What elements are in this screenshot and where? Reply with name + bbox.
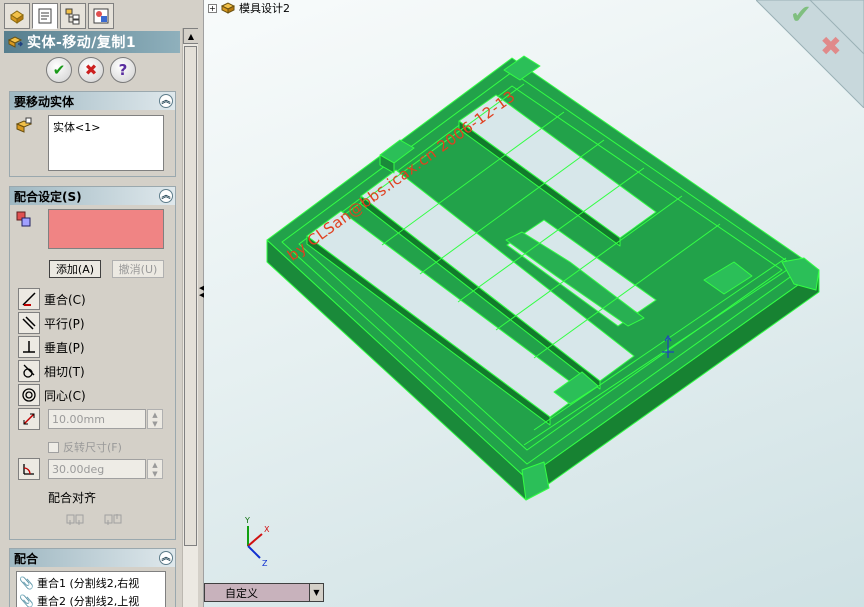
- mate-type-tangent[interactable]: 相切(T): [18, 360, 85, 382]
- mate-item-label: 重合1 (分割线2,右视: [36, 577, 140, 590]
- cancel-button[interactable]: ✖: [78, 57, 104, 83]
- distance-icon[interactable]: [18, 408, 40, 430]
- mates-header[interactable]: 配合 ︽: [10, 549, 175, 567]
- mate-type-concentric[interactable]: 同心(C): [18, 384, 86, 406]
- scroll-up-icon[interactable]: ▲: [183, 28, 199, 44]
- bodies-to-move-group: 要移动实体 ︽ 实体<1>: [9, 91, 176, 177]
- mate-entities-list[interactable]: [48, 209, 164, 249]
- angle-icon[interactable]: [18, 458, 40, 480]
- concentric-icon[interactable]: [18, 384, 40, 406]
- view-orientation-select[interactable]: 自定义 ▼: [204, 583, 324, 602]
- perpendicular-label: 垂直(P): [44, 340, 85, 355]
- mate-type-parallel[interactable]: 平行(P): [18, 312, 85, 334]
- display-manager-icon: [93, 8, 109, 24]
- angle-row: [18, 458, 44, 480]
- coincident-label: 重合(C): [44, 292, 86, 307]
- angle-spinner[interactable]: ▲ ▼: [147, 459, 163, 479]
- spin-up-icon[interactable]: ▲: [152, 461, 157, 469]
- mate-item-label: 重合2 (分割线2,上视: [36, 595, 140, 607]
- angle-input[interactable]: 30.00deg: [48, 459, 146, 479]
- undo-button[interactable]: 撤消(U): [112, 260, 164, 278]
- triad-x-label: X: [264, 525, 270, 534]
- help-icon: ?: [118, 61, 128, 79]
- triad-z-label: Z: [262, 559, 268, 568]
- close-icon: ✖: [820, 32, 842, 62]
- flip-dimension-row[interactable]: 反转尺寸(F): [48, 439, 122, 455]
- flip-dimension-label: 反转尺寸(F): [63, 441, 122, 454]
- mates-list[interactable]: 📎 重合1 (分割线2,右视 📎 重合2 (分割线2,上视: [16, 571, 166, 607]
- body-selection-icon: [14, 116, 34, 136]
- confirmation-corner: ✔ ✖: [756, 0, 864, 108]
- manager-tabs: [4, 3, 114, 29]
- configuration-manager-tab[interactable]: [60, 3, 86, 29]
- bodies-to-move-title: 要移动实体: [14, 94, 75, 109]
- checkmark-icon: ✔: [52, 61, 66, 79]
- mates-group: 配合 ︽ 📎 重合1 (分割线2,右视 📎 重合2 (分割线2,上视: [9, 548, 176, 607]
- property-manager-tab[interactable]: [32, 3, 58, 29]
- chevron-up-icon[interactable]: ︽: [159, 94, 173, 108]
- spin-up-icon[interactable]: ▲: [152, 411, 157, 419]
- paperclip-icon: 📎: [19, 594, 34, 607]
- feature-manager-icon: [10, 10, 24, 24]
- mate-settings-title: 配合设定(S): [14, 189, 82, 204]
- list-item[interactable]: 实体<1>: [53, 119, 159, 135]
- paperclip-icon: 📎: [19, 576, 34, 590]
- corner-ok-button[interactable]: ✔: [790, 0, 812, 30]
- mate-settings-header[interactable]: 配合设定(S) ︽: [10, 187, 175, 205]
- checkmark-icon: ✔: [790, 0, 812, 30]
- scrollbar-thumb[interactable]: [184, 46, 197, 546]
- concentric-label: 同心(C): [44, 388, 86, 403]
- property-manager-icon: [38, 8, 52, 24]
- close-icon: ✖: [84, 61, 98, 79]
- anti-aligned-icon[interactable]: [104, 513, 122, 530]
- feature-manager-tab[interactable]: [4, 3, 30, 29]
- help-button[interactable]: ?: [110, 57, 136, 83]
- mates-title: 配合: [14, 551, 39, 566]
- move-copy-body-icon: [7, 36, 23, 48]
- graphics-viewport[interactable]: + 模具设计2 by CLSan@bbs.icax.cn 2006-12-13 …: [204, 0, 864, 607]
- page-title: 实体-移动/复制1: [27, 35, 137, 51]
- mate-type-perpendicular[interactable]: 垂直(P): [18, 336, 85, 358]
- chevron-up-icon[interactable]: ︽: [159, 189, 173, 203]
- bodies-to-move-header[interactable]: 要移动实体 ︽: [10, 92, 175, 110]
- distance-input[interactable]: 10.00mm: [48, 409, 146, 429]
- perpendicular-icon[interactable]: [18, 336, 40, 358]
- list-item[interactable]: 📎 重合1 (分割线2,右视: [19, 574, 163, 592]
- distance-row: [18, 408, 44, 430]
- mate-entities-icon: [14, 209, 34, 229]
- confirm-button-row: ✔ ✖ ?: [46, 57, 136, 83]
- mold-plate: [266, 55, 820, 501]
- tangent-icon[interactable]: [18, 360, 40, 382]
- flip-dimension-checkbox[interactable]: [48, 441, 59, 453]
- list-item[interactable]: 📎 重合2 (分割线2,上视: [19, 592, 163, 607]
- chevron-down-icon[interactable]: ▼: [309, 584, 323, 601]
- aligned-icon[interactable]: [66, 513, 84, 530]
- ok-button[interactable]: ✔: [46, 57, 72, 83]
- mate-settings-group: 配合设定(S) ︽ 添加(A) 撤消(U) 重合(C) 平行(P) 垂直(P) …: [9, 186, 176, 540]
- mate-type-coincident[interactable]: 重合(C): [18, 288, 86, 310]
- triad-y-label: Y: [244, 516, 250, 525]
- property-manager-title: 实体-移动/复制1: [4, 31, 180, 53]
- reference-triad: Y X Z: [244, 516, 270, 568]
- distance-spinner[interactable]: ▲ ▼: [147, 409, 163, 429]
- chevron-up-icon[interactable]: ︽: [159, 551, 173, 565]
- mate-alignment-label: 配合对齐: [48, 491, 97, 505]
- tangent-label: 相切(T): [44, 364, 85, 379]
- corner-cancel-button[interactable]: ✖: [820, 32, 842, 62]
- bodies-selection-list[interactable]: 实体<1>: [48, 115, 164, 171]
- display-manager-tab[interactable]: [88, 3, 114, 29]
- spin-down-icon[interactable]: ▼: [152, 470, 157, 478]
- spin-down-icon[interactable]: ▼: [152, 420, 157, 428]
- parallel-label: 平行(P): [44, 316, 85, 331]
- property-manager-panel: 实体-移动/复制1 ✔ ✖ ? 要移动实体 ︽ 实体<1> 配合设定(S) ︽ …: [0, 0, 200, 607]
- view-orientation-value: 自定义: [225, 586, 258, 600]
- add-button[interactable]: 添加(A): [49, 260, 101, 278]
- configuration-manager-icon: [65, 8, 80, 25]
- vertical-scrollbar[interactable]: ▲: [182, 28, 199, 607]
- parallel-icon[interactable]: [18, 312, 40, 334]
- coincident-icon[interactable]: [18, 288, 40, 310]
